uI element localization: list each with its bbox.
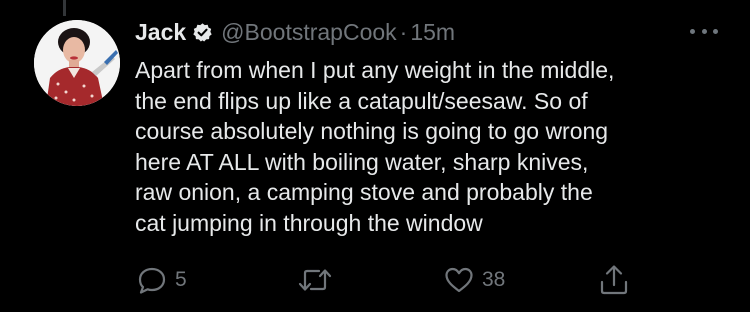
verified-badge-icon — [192, 22, 213, 43]
avatar[interactable] — [34, 20, 120, 106]
display-name[interactable]: Jack — [135, 17, 186, 47]
more-dot — [690, 28, 695, 34]
separator-dot: · — [399, 19, 408, 45]
share-button[interactable] — [597, 262, 631, 298]
tweet-text: Apart from when I put any weight in the … — [135, 57, 615, 236]
retweet-icon — [298, 269, 332, 291]
tweet-header: Jack @BootstrapCook · 15m — [135, 17, 455, 47]
tweet-actions: 5 38 — [135, 262, 635, 298]
avatar-image — [34, 20, 120, 106]
more-dot — [701, 28, 707, 34]
user-handle[interactable]: @BootstrapCook — [221, 17, 397, 47]
reply-count: 5 — [175, 268, 187, 291]
reply-button[interactable]: 5 — [135, 262, 187, 298]
timestamp[interactable]: 15m — [410, 17, 455, 47]
reply-icon — [138, 267, 166, 294]
retweet-button[interactable] — [297, 262, 339, 298]
share-icon — [600, 265, 628, 295]
thread-connector-line — [63, 0, 66, 16]
like-count: 38 — [482, 268, 506, 291]
like-icon — [445, 267, 473, 293]
like-button[interactable]: 38 — [442, 262, 505, 298]
more-dot — [713, 28, 718, 34]
more-options-icon[interactable] — [690, 26, 718, 36]
